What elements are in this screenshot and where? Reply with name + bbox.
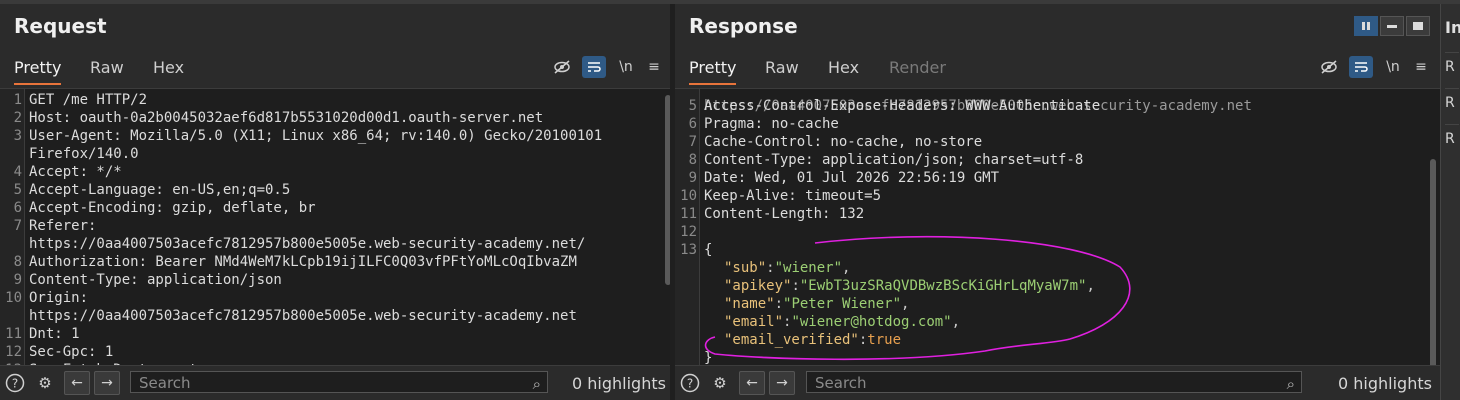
newline-toggle-icon[interactable]: \n bbox=[614, 56, 638, 78]
line-text: Accept-Encoding: gzip, deflate, br bbox=[29, 200, 316, 216]
wrap-lines-icon[interactable] bbox=[1349, 56, 1373, 78]
inspector-row[interactable]: R bbox=[1445, 124, 1459, 158]
inspector-strip: In R R R bbox=[1440, 4, 1460, 400]
line-text: Authorization: Bearer NMd4WeM7kLCpb19ijI… bbox=[29, 254, 577, 270]
response-search-placeholder: Search bbox=[815, 374, 867, 392]
layout-side-by-side-icon[interactable] bbox=[1354, 16, 1378, 36]
line-number: 12 bbox=[5, 344, 22, 360]
request-title: Request bbox=[14, 14, 107, 38]
request-search-placeholder: Search bbox=[139, 374, 191, 392]
line-text: Accept: */* bbox=[29, 164, 122, 180]
request-pane: Request Pretty Raw Hex \n ≡ 1 GET /me HTT… bbox=[0, 4, 670, 400]
arrow-left-icon: ← bbox=[71, 375, 83, 391]
request-tab-raw[interactable]: Raw bbox=[90, 58, 124, 83]
svg-text:?: ? bbox=[12, 377, 18, 391]
request-editor[interactable]: 1 GET /me HTTP/2 2 Host: oauth-0a2b0045032a… bbox=[0, 88, 670, 369]
inspector-title: In bbox=[1445, 18, 1460, 37]
arrow-right-icon: → bbox=[776, 375, 788, 391]
help-icon[interactable]: ? bbox=[4, 372, 26, 394]
line-text: Sec-Gpc: 1 bbox=[29, 344, 114, 360]
request-tab-pretty[interactable]: Pretty bbox=[14, 58, 62, 85]
next-match-button[interactable]: → bbox=[769, 371, 795, 395]
line-text: GET /me HTTP/2 bbox=[29, 92, 148, 108]
arrow-right-icon: → bbox=[101, 375, 113, 391]
settings-gear-icon[interactable]: ⚙ bbox=[709, 372, 731, 394]
menu-icon[interactable]: ≡ bbox=[1409, 56, 1433, 78]
menu-icon[interactable]: ≡ bbox=[642, 56, 666, 78]
annotation-circle bbox=[704, 235, 1131, 361]
inspector-row[interactable]: R bbox=[1445, 88, 1459, 122]
response-tab-hex[interactable]: Hex bbox=[828, 58, 859, 83]
line-number: 10 bbox=[5, 290, 22, 306]
previous-match-button[interactable]: ← bbox=[64, 371, 90, 395]
svg-text:?: ? bbox=[687, 377, 693, 391]
help-icon[interactable]: ? bbox=[679, 372, 701, 394]
response-tab-raw[interactable]: Raw bbox=[765, 58, 799, 83]
line-text: Firefox/140.0 bbox=[29, 146, 139, 162]
layout-stacked-icon[interactable] bbox=[1380, 16, 1404, 36]
hide-nonprintable-icon[interactable] bbox=[1317, 56, 1341, 78]
line-text: https://0aa4007503acefc7812957b800e5005e… bbox=[29, 308, 577, 324]
next-match-button[interactable]: → bbox=[94, 371, 120, 395]
hide-nonprintable-icon[interactable] bbox=[550, 56, 574, 78]
line-text: Host: oauth-0a2b0045032aef6d817b5531020d… bbox=[29, 110, 544, 126]
line-number: 3 bbox=[13, 128, 22, 144]
previous-match-button[interactable]: ← bbox=[739, 371, 765, 395]
response-bottom-bar: ? ⚙ ← → Search ⌕ 0 highlights bbox=[675, 365, 1440, 400]
inspector-row[interactable]: R bbox=[1445, 52, 1459, 86]
response-editor[interactable]: https://0aa4007503acefc7812957b800e5005e… bbox=[675, 88, 1440, 369]
layout-toggle-group bbox=[1354, 16, 1430, 36]
request-search-input[interactable]: Search ⌕ bbox=[130, 371, 548, 393]
line-text: Content-Type: application/json bbox=[29, 272, 282, 288]
line-number: 8 bbox=[13, 254, 22, 270]
request-highlights-count: 0 highlights bbox=[572, 374, 666, 393]
line-text: https://0aa4007503acefc7812957b800e5005e… bbox=[29, 236, 586, 252]
arrow-left-icon: ← bbox=[746, 375, 758, 391]
line-text: User-Agent: Mozilla/5.0 (X11; Linux x86_… bbox=[29, 128, 603, 144]
search-icon: ⌕ bbox=[532, 375, 541, 393]
search-icon: ⌕ bbox=[1286, 375, 1295, 393]
line-number: 2 bbox=[13, 110, 22, 126]
request-bottom-bar: ? ⚙ ← → Search ⌕ 0 highlights bbox=[0, 365, 670, 400]
response-highlights-count: 0 highlights bbox=[1338, 374, 1432, 393]
wrap-lines-icon[interactable] bbox=[582, 56, 606, 78]
line-text: Dnt: 1 bbox=[29, 326, 80, 342]
line-text: Referer: bbox=[29, 218, 97, 234]
line-number: 4 bbox=[13, 164, 22, 180]
response-pane: Response Pretty Raw Hex Render \n ≡ http… bbox=[675, 4, 1440, 400]
response-title: Response bbox=[689, 14, 798, 38]
line-number: 7 bbox=[13, 218, 22, 234]
settings-gear-icon[interactable]: ⚙ bbox=[34, 372, 56, 394]
line-number: 6 bbox=[13, 200, 22, 216]
response-tab-render[interactable]: Render bbox=[889, 58, 946, 83]
line-text: Origin: bbox=[29, 290, 89, 306]
response-search-input[interactable]: Search ⌕ bbox=[806, 371, 1302, 393]
response-tab-pretty[interactable]: Pretty bbox=[689, 58, 737, 85]
newline-toggle-icon[interactable]: \n bbox=[1381, 56, 1405, 78]
line-number: 5 bbox=[13, 182, 22, 198]
line-number: 11 bbox=[5, 326, 22, 342]
layout-single-icon[interactable] bbox=[1406, 16, 1430, 36]
line-number: 1 bbox=[13, 92, 22, 108]
request-tab-hex[interactable]: Hex bbox=[153, 58, 184, 83]
line-number: 9 bbox=[13, 272, 22, 288]
line-text: Accept-Language: en-US,en;q=0.5 bbox=[29, 182, 291, 198]
